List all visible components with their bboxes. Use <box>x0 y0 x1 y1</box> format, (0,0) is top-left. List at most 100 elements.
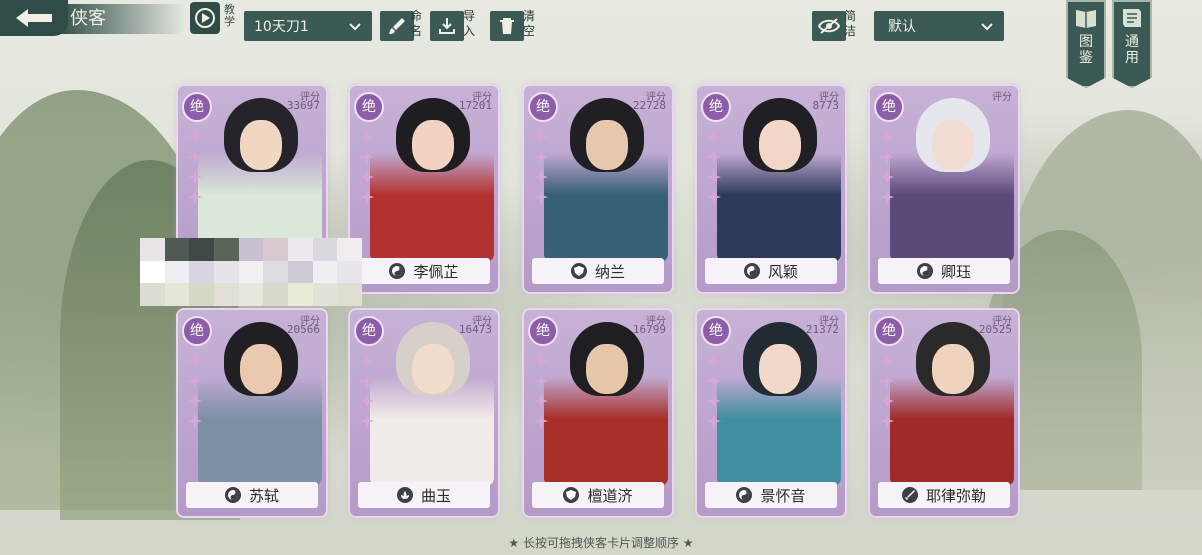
mosaic-tile <box>213 260 239 284</box>
character-card[interactable]: 绝评分 16799 檀道济 <box>524 310 672 516</box>
clear-button[interactable] <box>490 11 524 41</box>
rank-badge: 绝 <box>182 316 212 346</box>
trash-icon <box>500 18 514 34</box>
taiji-icon <box>224 487 241 503</box>
score-value: 20566 <box>286 323 320 336</box>
score-value: 20525 <box>978 323 1012 336</box>
star-column <box>360 130 378 204</box>
character-name: 曲玉 <box>420 486 451 505</box>
mosaic-tile <box>287 238 313 261</box>
score-value: 16473 <box>458 323 492 336</box>
star-column <box>880 130 898 204</box>
star-icon <box>707 150 721 164</box>
mosaic-tile <box>164 238 190 261</box>
character-card[interactable]: 绝评分 21372 景怀音 <box>697 310 845 516</box>
codex-button[interactable]: 图鉴 <box>1066 0 1106 88</box>
import-button[interactable] <box>430 11 464 41</box>
mosaic-tile <box>238 238 264 261</box>
mosaic-tile <box>312 283 338 306</box>
score-value: 22728 <box>632 99 666 112</box>
mosaic-tile <box>213 283 239 306</box>
name-plate: 曲玉 <box>358 482 490 508</box>
rank-badge: 绝 <box>701 92 731 122</box>
star-icon <box>534 354 548 368</box>
star-column <box>880 354 898 428</box>
rank-badge: 绝 <box>182 92 212 122</box>
tutorial-button[interactable] <box>190 2 220 34</box>
star-icon <box>188 414 202 428</box>
simple-label: 简洁 <box>844 9 857 38</box>
name-plate: 耶律弥勒 <box>878 482 1010 508</box>
mosaic-tile <box>164 260 190 284</box>
star-icon <box>534 374 548 388</box>
mosaic-tile <box>337 260 362 284</box>
star-icon <box>534 394 548 408</box>
scroll-icon <box>1123 9 1141 27</box>
name-plate: 卿珏 <box>878 258 1010 284</box>
star-icon <box>880 130 894 144</box>
character-card[interactable]: 绝评分 20525 耶律弥勒 <box>870 310 1018 516</box>
import-label: 导入 <box>463 9 476 38</box>
star-icon <box>360 394 374 408</box>
rank-badge: 绝 <box>528 92 558 122</box>
shield-icon <box>570 263 587 279</box>
star-icon <box>360 414 374 428</box>
preset-dropdown[interactable]: 10天刀1 <box>244 11 372 41</box>
taiji-icon <box>743 263 760 279</box>
rank-badge: 绝 <box>874 316 904 346</box>
character-card[interactable]: 绝评分 20566 苏轼 <box>178 310 326 516</box>
rename-label: 命名 <box>410 9 423 38</box>
character-card[interactable]: 绝评分 8773 风颖 <box>697 86 845 292</box>
name-plate: 纳兰 <box>532 258 664 284</box>
general-button[interactable]: 通用 <box>1112 0 1152 88</box>
mosaic-tile <box>312 260 338 284</box>
mosaic-tile <box>189 260 214 284</box>
star-icon <box>880 414 894 428</box>
score-label: 评分 <box>992 92 1012 103</box>
mosaic-tile <box>337 238 362 261</box>
star-icon <box>707 394 721 408</box>
eye-slash-icon <box>818 18 840 34</box>
character-face <box>759 344 801 394</box>
sort-dropdown[interactable]: 默认 <box>874 11 1004 41</box>
rank-badge: 绝 <box>354 316 384 346</box>
mosaic-tile <box>189 238 214 261</box>
obscured-name-area <box>140 238 362 306</box>
download-icon <box>439 18 455 34</box>
character-card[interactable]: 绝评分 17201 李佩芷 <box>350 86 498 292</box>
star-icon <box>534 150 548 164</box>
mosaic-tile <box>164 283 190 306</box>
character-card[interactable]: 绝 评分 卿珏 <box>870 86 1018 292</box>
character-face <box>932 344 974 394</box>
character-name: 纳兰 <box>594 262 625 281</box>
mosaic-tile <box>287 283 313 306</box>
character-face <box>586 120 628 170</box>
rank-badge: 绝 <box>354 92 384 122</box>
mosaic-tile <box>238 260 264 284</box>
star-icon <box>534 170 548 184</box>
taiji-icon <box>389 263 406 279</box>
star-icon <box>360 354 374 368</box>
chevron-down-icon <box>349 23 361 31</box>
character-card[interactable]: 绝评分 16473 曲玉 <box>350 310 498 516</box>
star-icon <box>188 130 202 144</box>
character-face <box>586 344 628 394</box>
mosaic-tile <box>263 238 288 261</box>
star-icon <box>188 394 202 408</box>
character-name: 李佩芷 <box>413 262 459 281</box>
sort-value: 默认 <box>888 19 916 35</box>
drag-hint: ★ 长按可拖拽侠客卡片调整顺序 ★ <box>508 536 694 550</box>
star-column <box>534 354 552 428</box>
rename-button[interactable] <box>380 11 414 41</box>
mosaic-tile <box>263 260 288 284</box>
character-card[interactable]: 绝评分 22728 纳兰 <box>524 86 672 292</box>
mosaic-tile <box>140 238 165 261</box>
simple-view-toggle[interactable] <box>812 11 846 41</box>
character-face <box>412 344 454 394</box>
tutorial-label: 教学 <box>224 3 235 28</box>
star-icon <box>188 354 202 368</box>
star-icon <box>188 190 202 204</box>
star-column <box>534 130 552 204</box>
star-icon <box>360 190 374 204</box>
character-name: 风颖 <box>767 262 798 281</box>
